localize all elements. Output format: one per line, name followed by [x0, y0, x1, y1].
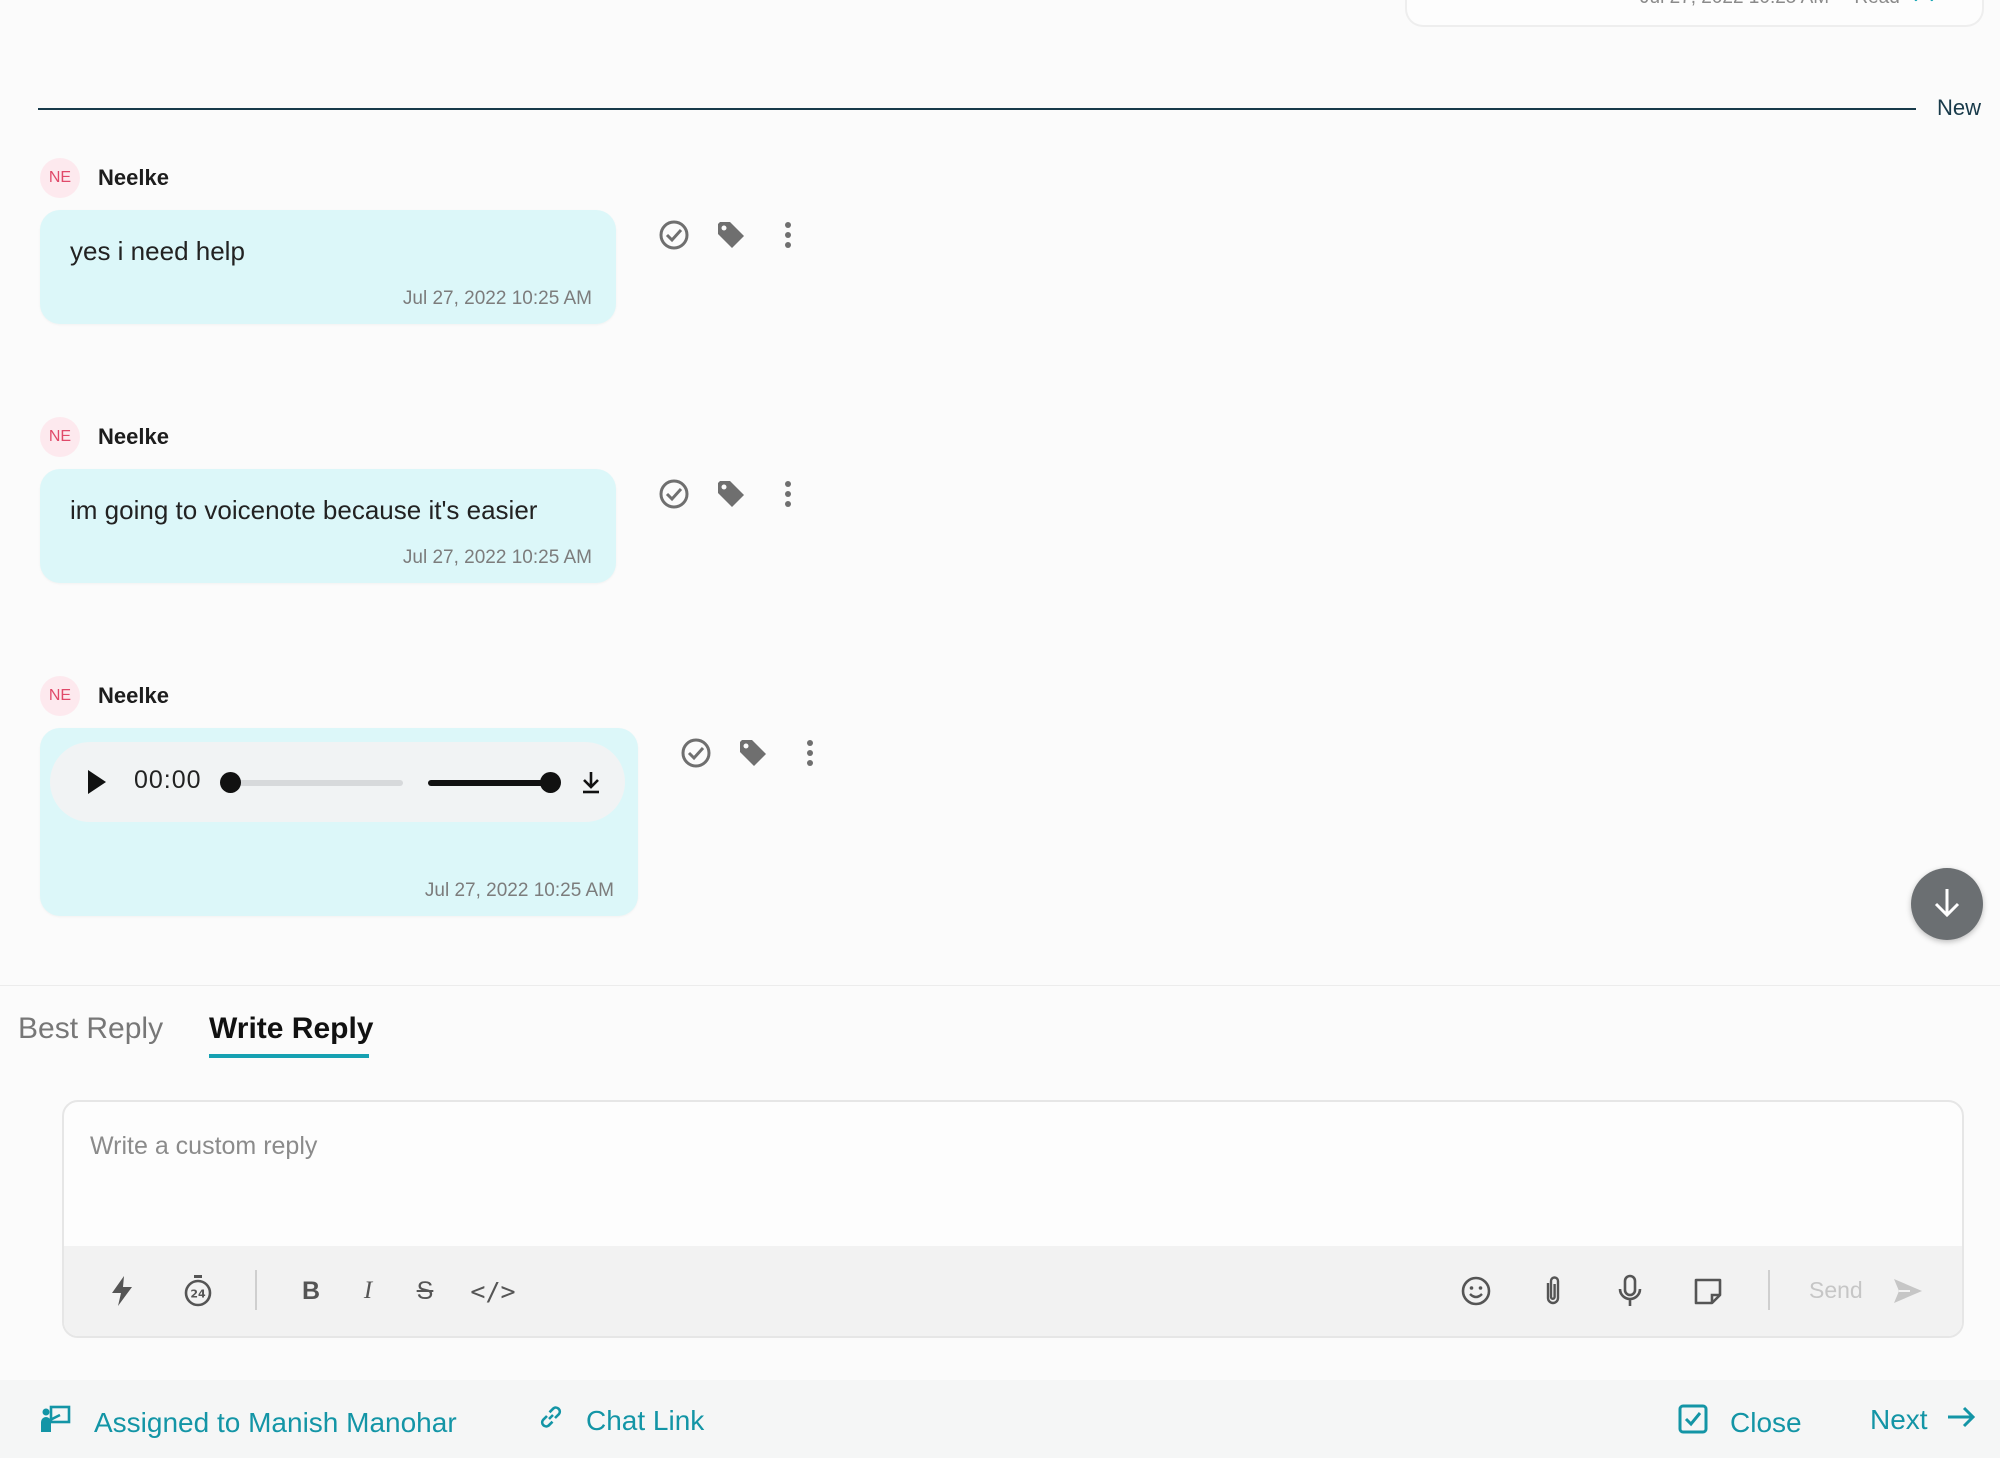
mark-resolved-icon[interactable]: [680, 737, 712, 769]
checkbox-checked-icon: [1678, 1404, 1708, 1441]
tag-icon[interactable]: [715, 219, 747, 251]
reply-input[interactable]: Write a custom reply: [90, 1132, 317, 1161]
code-button[interactable]: </>: [464, 1273, 522, 1309]
editor-toolbar: 24 B I S </> Send: [64, 1246, 1962, 1336]
message-actions: [680, 737, 851, 769]
audio-current-time: 00:00: [134, 766, 202, 794]
message-bubble: im going to voicenote because it's easie…: [40, 469, 616, 583]
assign-icon: [40, 1404, 72, 1441]
mark-resolved-icon[interactable]: [658, 478, 690, 510]
next-label: Next: [1870, 1404, 1928, 1435]
conversation-footer: Assigned to Manish Manohar Chat Link Clo…: [0, 1380, 2000, 1458]
tag-icon[interactable]: [737, 737, 769, 769]
reply-editor: Write a custom reply 24 B I S </> Send: [62, 1100, 1964, 1338]
read-check-icon: ✓✓: [1911, 0, 1943, 8]
toolbar-separator: [255, 1270, 257, 1310]
message-actions: [658, 478, 829, 510]
strikethrough-button[interactable]: S: [410, 1273, 440, 1309]
mark-resolved-icon[interactable]: [658, 219, 690, 251]
tab-write-reply[interactable]: Write Reply: [209, 1012, 374, 1046]
avatar: NE: [40, 158, 80, 198]
more-vertical-icon[interactable]: [772, 478, 804, 510]
audio-player: 00:00: [50, 742, 625, 822]
close-label: Close: [1730, 1406, 1802, 1438]
message-text: im going to voicenote because it's easie…: [70, 495, 538, 525]
previous-message-time: Jul 27, 2022 10:25 AM: [1640, 0, 1829, 8]
avatar: NE: [40, 417, 80, 457]
message-bubble: yes i need help Jul 27, 2022 10:25 AM: [40, 210, 616, 324]
close-conversation-button[interactable]: Close: [1678, 1404, 1802, 1441]
previous-message-meta: Jul 27, 2022 10:25 AM Read ✓✓: [1640, 0, 1943, 9]
chat-link-button[interactable]: Chat Link: [538, 1404, 704, 1437]
arrow-right-icon: [1946, 1404, 1976, 1436]
more-vertical-icon[interactable]: [794, 737, 826, 769]
lightning-icon[interactable]: [104, 1273, 140, 1309]
more-vertical-icon[interactable]: [772, 219, 804, 251]
note-icon[interactable]: [1690, 1273, 1726, 1309]
scroll-to-bottom-button[interactable]: [1911, 868, 1983, 940]
microphone-icon[interactable]: [1612, 1273, 1648, 1309]
italic-button[interactable]: I: [353, 1273, 383, 1309]
audio-progress-track[interactable]: [228, 780, 403, 786]
message-item: NE Neelke yes i need help Jul 27, 2022 1…: [40, 156, 616, 324]
avatar: NE: [40, 676, 80, 716]
timer-24-icon[interactable]: 24: [180, 1273, 216, 1309]
sender-name: Neelke: [98, 424, 169, 449]
message-bubble: 00:00 Jul 27, 2022 10:25 AM: [40, 728, 638, 916]
next-conversation-button[interactable]: Next: [1870, 1404, 1976, 1436]
sender-name: Neelke: [98, 683, 169, 708]
message-item: NE Neelke im going to voicenote because …: [40, 415, 616, 583]
read-status: Read: [1854, 0, 1899, 8]
send-icon[interactable]: [1890, 1273, 1926, 1309]
link-icon: [538, 1404, 564, 1437]
active-tab-indicator: [209, 1054, 369, 1058]
volume-knob[interactable]: [540, 772, 561, 793]
message-time: Jul 27, 2022 10:25 AM: [424, 880, 614, 901]
message-time: Jul 27, 2022 10:25 AM: [402, 288, 592, 309]
toolbar-separator: [1768, 1270, 1770, 1310]
message-time: Jul 27, 2022 10:25 AM: [402, 547, 592, 568]
bold-button[interactable]: B: [296, 1273, 326, 1309]
sender-name: Neelke: [98, 165, 169, 190]
volume-slider[interactable]: [428, 780, 548, 786]
message-actions: [658, 219, 829, 251]
assigned-agent-button[interactable]: Assigned to Manish Manohar: [40, 1404, 457, 1441]
new-messages-label: New: [1937, 95, 1982, 120]
tab-best-reply[interactable]: Best Reply: [18, 1012, 163, 1046]
play-icon[interactable]: [88, 770, 106, 794]
send-button[interactable]: Send: [1809, 1277, 1863, 1304]
audio-progress-knob[interactable]: [220, 772, 241, 793]
message-item: NE Neelke 00:00 Jul 27, 2022 10:25 AM: [40, 674, 638, 916]
new-messages-divider: [38, 108, 1916, 110]
attachment-icon[interactable]: [1535, 1273, 1571, 1309]
arrow-down-icon: [1930, 885, 1964, 924]
emoji-icon[interactable]: [1458, 1273, 1494, 1309]
message-text: yes i need help: [70, 236, 245, 266]
assigned-agent-label: Assigned to Manish Manohar: [94, 1406, 457, 1438]
chat-link-label: Chat Link: [586, 1404, 705, 1436]
svg-text:24: 24: [190, 1288, 206, 1301]
download-icon[interactable]: [580, 770, 602, 799]
tag-icon[interactable]: [715, 478, 747, 510]
